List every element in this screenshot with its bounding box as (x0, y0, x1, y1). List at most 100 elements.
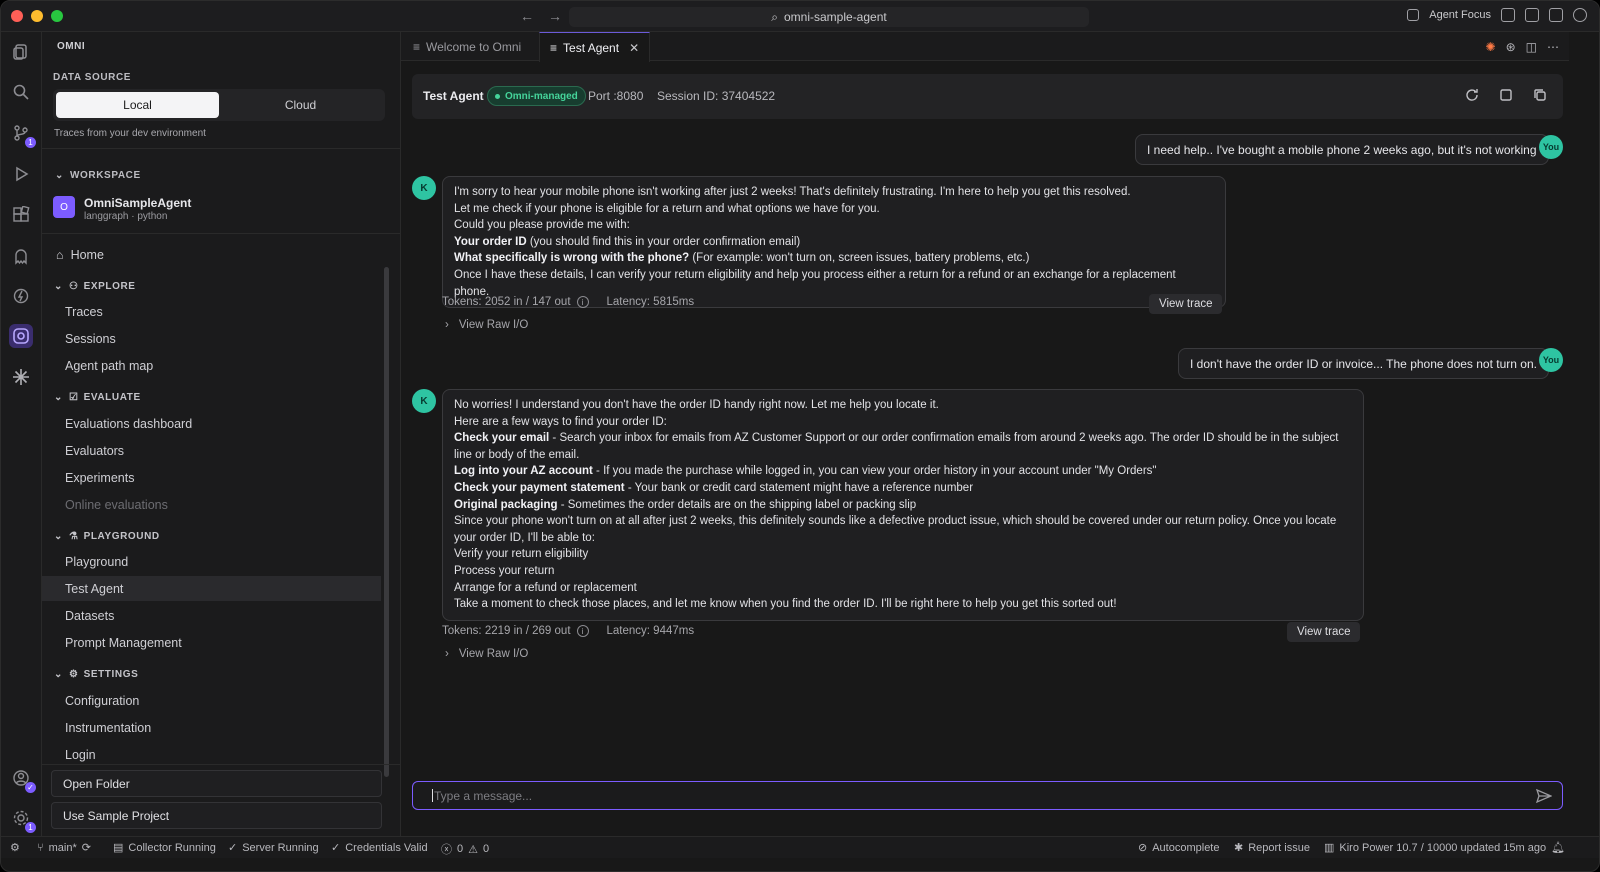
chevron-down-icon: ⌄ (54, 531, 63, 542)
explorer-files-icon[interactable] (9, 40, 33, 64)
menu-lines-icon: ≡ (550, 40, 558, 55)
command-center-search[interactable]: ⌕ omni-sample-agent (569, 7, 1089, 27)
divider (42, 764, 401, 765)
minimize-window-button[interactable] (31, 10, 43, 22)
data-source-label: DATA SOURCE (53, 72, 132, 83)
collector-label: Collector Running (128, 841, 216, 854)
token-count: Tokens: 2219 in / 269 out (442, 625, 571, 637)
latency: Latency: 9447ms (606, 625, 695, 637)
refresh-icon[interactable] (1465, 88, 1479, 102)
manage-gear-icon[interactable]: 1 (9, 806, 36, 833)
sidebar-item-home[interactable]: ⌂ Home (42, 242, 381, 267)
back-arrow-icon[interactable]: ← (520, 8, 534, 24)
message-line: Your order ID (you should find this in y… (454, 234, 1214, 251)
bug-icon: ✱ (1234, 842, 1244, 854)
section-settings[interactable]: ⌄ ⚙ SETTINGS (42, 662, 381, 687)
send-icon[interactable] (1536, 788, 1552, 804)
open-folder-button[interactable]: Open Folder (51, 770, 382, 797)
sidebar-item-evaluators[interactable]: Evaluators (42, 438, 381, 463)
more-icon[interactable]: ⋯ (1547, 40, 1559, 54)
view-trace-button[interactable]: View trace (1287, 622, 1361, 642)
split-editor-icon[interactable]: ◫ (1526, 40, 1537, 54)
report-issue[interactable]: ✱ Report issue (1234, 841, 1310, 855)
sidebar-item-playground[interactable]: Playground (42, 549, 381, 574)
user-avatar: You (1539, 135, 1563, 159)
workspace-name[interactable]: OmniSampleAgent (84, 196, 191, 210)
ghost-agent-icon[interactable] (9, 244, 33, 268)
sidebar-item-login[interactable]: Login (42, 742, 381, 762)
kiro-power-status[interactable]: ▥ Kiro Power 10.7 / 10000 updated 15m ag… (1324, 841, 1565, 855)
sidebar-item-traces[interactable]: Traces (42, 299, 381, 324)
branch-status[interactable]: ⑂ main* ⟳ (37, 841, 91, 855)
editor-tabs: ≡ Welcome to Omni ≡ Test Agent ✕ ✺ ⊛ ◫ ⋯ (401, 32, 1569, 62)
sidebar-item-prompt-management[interactable]: Prompt Management (42, 630, 381, 655)
close-icon[interactable]: ✕ (629, 41, 639, 55)
omni-icon[interactable] (9, 324, 33, 348)
agent-port: Port :8080 (588, 89, 644, 103)
sidebar-item-configuration[interactable]: Configuration (42, 688, 381, 713)
source-control-icon[interactable]: 1 (9, 121, 36, 148)
workspace-header[interactable]: ⌄ WORKSPACE (55, 170, 141, 181)
sidebar-title: OMNI (57, 41, 86, 52)
bold-text: Check your payment statement (454, 481, 625, 494)
sidebar-item-evaluations-dashboard[interactable]: Evaluations dashboard (42, 411, 381, 436)
stop-square-icon[interactable] (1499, 88, 1513, 102)
info-icon[interactable]: i (576, 625, 589, 637)
data-source-local-option[interactable]: Local (56, 92, 219, 118)
sidebar-item-online-evaluations[interactable]: Online evaluations (42, 492, 381, 517)
agent-header-actions (1465, 88, 1547, 102)
sidebar-item-agent-path-map[interactable]: Agent path map (42, 353, 381, 378)
use-sample-project-button[interactable]: Use Sample Project (51, 802, 382, 829)
sidebar-item-instrumentation[interactable]: Instrumentation (42, 715, 381, 740)
view-raw-io-toggle[interactable]: › View Raw I/O (445, 319, 528, 331)
sidebar-item-label: Online evaluations (65, 497, 168, 512)
forward-arrow-icon[interactable]: → (548, 8, 562, 24)
maximize-window-button[interactable] (51, 10, 63, 22)
section-playground[interactable]: ⌄ ⚗ PLAYGROUND (42, 524, 381, 549)
problems-status[interactable]: ⓧ 0 ⚠ 0 (441, 841, 489, 857)
power-bolt-icon[interactable] (9, 284, 33, 308)
view-trace-button[interactable]: View trace (1149, 294, 1223, 314)
sidebar-scrollbar[interactable] (384, 267, 389, 777)
tab-test-agent[interactable]: ≡ Test Agent ✕ (539, 32, 651, 62)
sidebar-item-sessions[interactable]: Sessions (42, 326, 381, 351)
chat-bubble-icon[interactable] (1573, 8, 1587, 22)
workspace-meta: langgraph · python (84, 211, 168, 222)
credentials-status[interactable]: ✓ Credentials Valid (331, 841, 428, 855)
message-input[interactable] (434, 788, 1514, 803)
section-evaluate[interactable]: ⌄ ☑ EVALUATE (42, 385, 381, 410)
search-icon[interactable] (9, 80, 33, 104)
toggle-panel-icon[interactable] (1549, 8, 1563, 22)
data-source-cloud-option[interactable]: Cloud (219, 92, 382, 118)
close-window-button[interactable] (11, 10, 23, 22)
agent-header: Test Agent Omni-managed Port :8080 Sessi… (412, 74, 1563, 119)
message-text: (For example: won't turn on, screen issu… (689, 252, 1030, 265)
message-line: What specifically is wrong with the phon… (454, 250, 1214, 267)
info-icon[interactable]: i (576, 296, 589, 308)
section-explore[interactable]: ⌄ ⚇ EXPLORE (42, 274, 381, 299)
copy-icon[interactable] (1533, 88, 1547, 102)
agent-focus-icon[interactable] (1407, 9, 1420, 21)
run-debug-icon[interactable] (9, 162, 33, 186)
extensions-icon[interactable] (9, 203, 33, 227)
check-icon: ✓ (331, 842, 341, 854)
message-text: - Search your inbox for emails from AZ C… (454, 432, 1339, 461)
tab-welcome[interactable]: ≡ Welcome to Omni (403, 32, 531, 61)
accounts-icon[interactable]: ✓ (9, 766, 36, 793)
sidebar-item-experiments[interactable]: Experiments (42, 465, 381, 490)
toggle-sidebar-icon[interactable] (1525, 8, 1539, 22)
view-raw-io-toggle[interactable]: › View Raw I/O (445, 648, 528, 660)
sidebar-item-datasets[interactable]: Datasets (42, 603, 381, 628)
remote-icon[interactable]: ⚙ (10, 841, 20, 854)
bold-text: Log into your AZ account (454, 465, 593, 478)
sparkle-icon[interactable]: ✺ (1486, 40, 1496, 54)
collector-status[interactable]: ▤ Collector Running (113, 841, 216, 855)
openai-icon[interactable]: ⊛ (1506, 40, 1516, 54)
server-status[interactable]: ✓ Server Running (228, 841, 319, 855)
autocomplete-status[interactable]: ⊘ Autocomplete (1138, 841, 1219, 855)
message-line: Since your phone won't turn on at all af… (454, 515, 1337, 544)
agent-focus-label[interactable]: Agent Focus (1429, 9, 1491, 21)
sparkle-icon[interactable] (9, 365, 33, 389)
layout-grid-icon[interactable] (1501, 8, 1515, 22)
sidebar-item-test-agent[interactable]: Test Agent (42, 576, 381, 601)
